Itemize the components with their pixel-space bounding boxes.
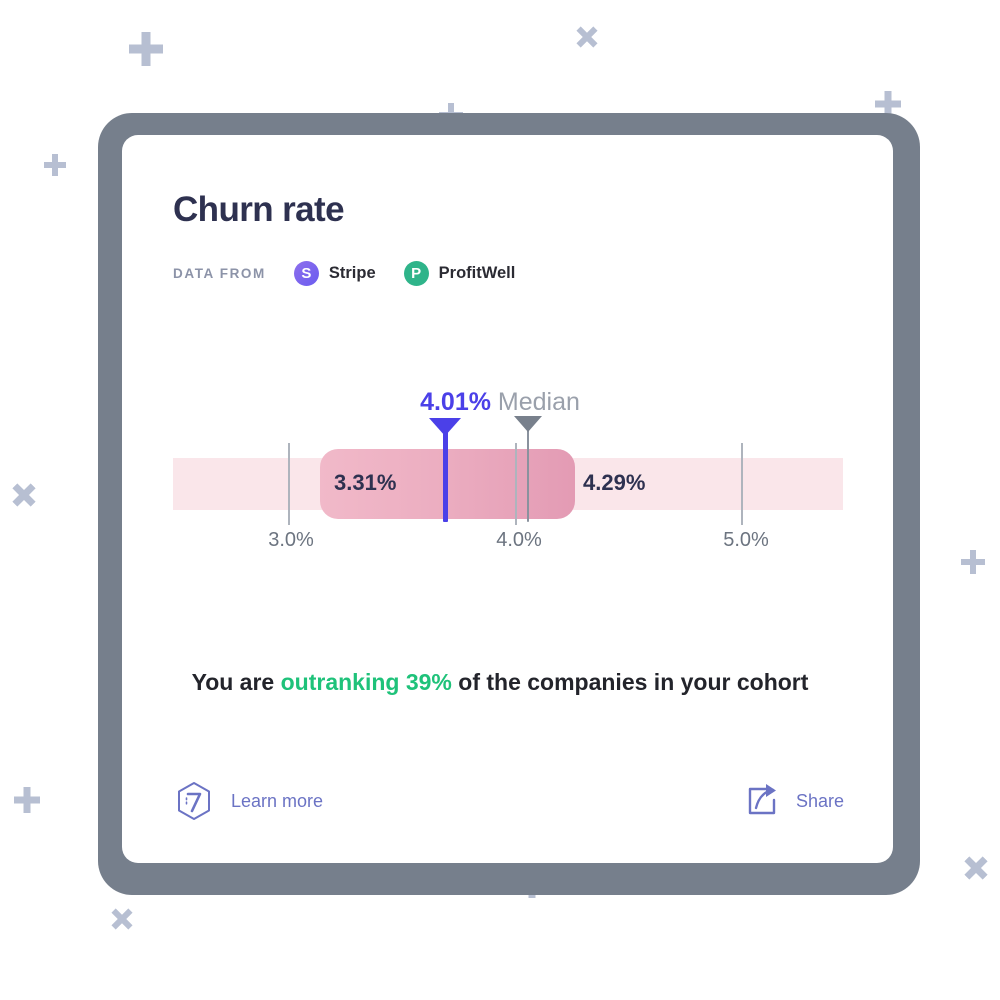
learn-more-link[interactable]: Learn more — [173, 780, 323, 822]
share-label: Share — [796, 790, 845, 811]
your-value-label: 4.01% — [420, 388, 491, 416]
learn-more-label: Learn more — [231, 790, 324, 811]
median-marker-stem — [527, 420, 529, 522]
median-marker-head — [514, 416, 542, 432]
marker-labels: 4.01% Median — [0, 388, 1000, 417]
ranking-sentence: You are outranking 39% of the companies … — [0, 669, 1000, 696]
churn-rate-range-chart: 4.01% Median 3.0% 4.0% 5.0% 3.31% 4.29% — [0, 0, 1000, 1000]
axis-tick-line — [288, 443, 290, 525]
hexagon-info-icon — [173, 780, 215, 822]
your-value-marker-stem — [443, 424, 448, 522]
screenshot-root: Churn rate DATA FROM S Stripe P ProfitWe… — [0, 0, 1000, 1000]
share-link[interactable]: Share — [740, 780, 844, 822]
ranking-prefix: You are — [191, 669, 281, 695]
axis-tick-line — [741, 443, 743, 525]
axis-tick-label: 5.0% — [723, 529, 769, 551]
axis-tick-line — [515, 443, 517, 525]
axis-tick-label: 3.0% — [268, 529, 314, 551]
share-icon — [740, 780, 782, 822]
ranking-suffix: of the companies in your cohort — [451, 669, 809, 695]
median-label: Median — [497, 388, 580, 416]
axis-tick-label: 4.0% — [496, 529, 542, 551]
your-value-marker-head — [429, 418, 461, 436]
band-max-value: 4.29% — [583, 470, 646, 495]
ranking-highlight: outranking 39% — [280, 669, 452, 695]
band-min-value: 3.31% — [334, 470, 397, 495]
